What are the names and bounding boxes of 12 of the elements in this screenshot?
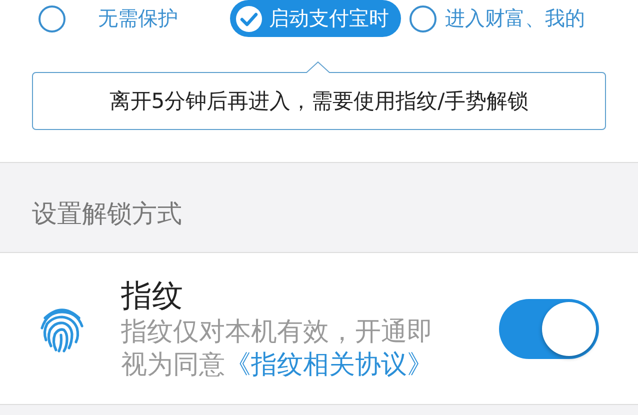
radio-icon (409, 4, 437, 32)
radio-icon (38, 4, 66, 32)
check-icon (235, 4, 263, 32)
toggle-switch[interactable] (499, 298, 599, 358)
radio-option[interactable]: 启动支付宝时 (230, 0, 401, 37)
item-description: 指纹仅对本机有效，开通即视为同意《指纹相关协议》 (121, 316, 434, 382)
radio-option[interactable]: 无需保护 (36, 0, 188, 37)
item-title: 指纹 (121, 276, 184, 316)
tooltip: 离开5分钟后再进入，需要使用指纹/手势解锁 (32, 72, 606, 130)
tooltip-pointer (306, 61, 330, 73)
agreement-link[interactable]: 《指纹相关协议》 (225, 350, 433, 380)
radio-option[interactable]: 进入财富、我的 (409, 0, 595, 37)
